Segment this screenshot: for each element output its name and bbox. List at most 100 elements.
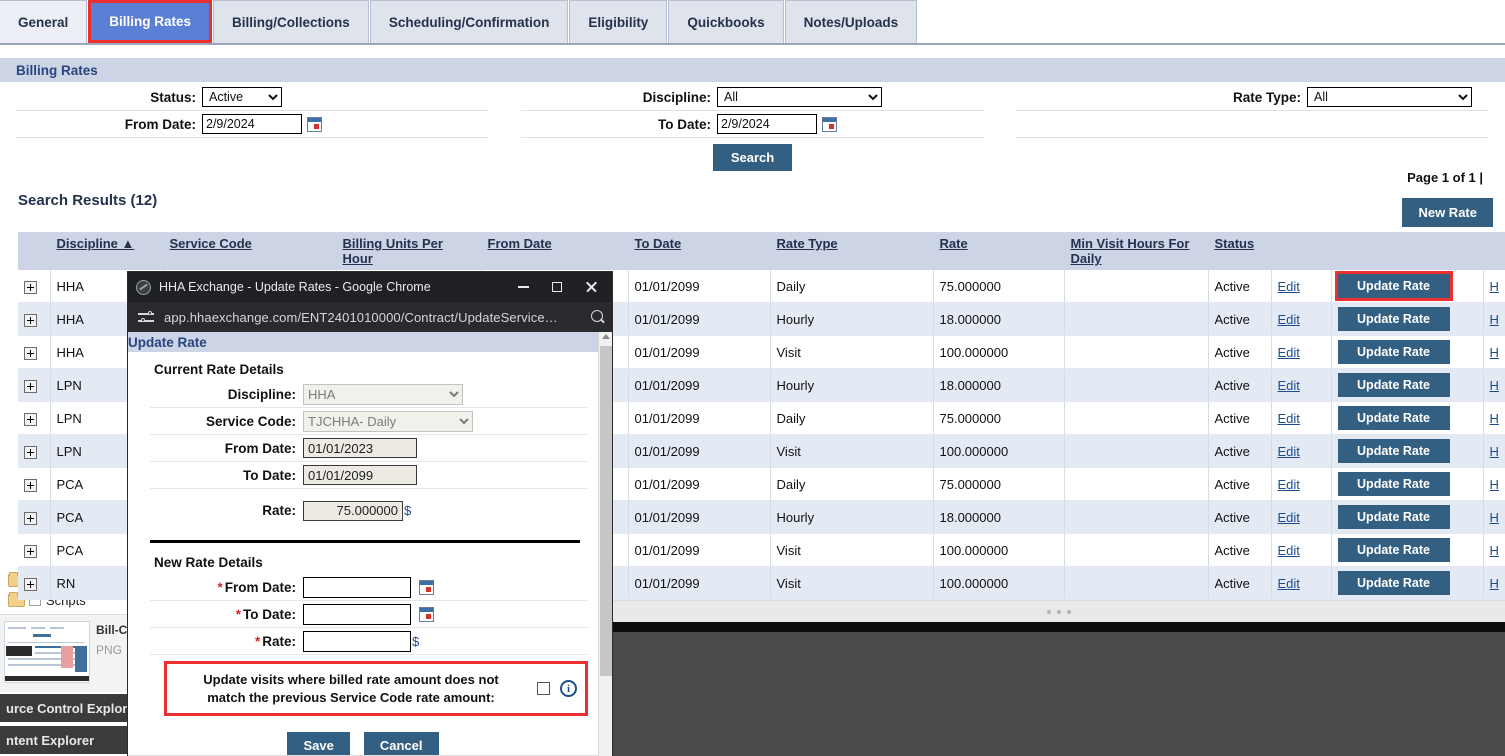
edit-link[interactable]: Edit <box>1278 411 1300 426</box>
tab-billing-rates[interactable]: Billing Rates <box>88 0 213 43</box>
cell-to-date: 01/01/2099 <box>628 368 771 402</box>
update-rate-button[interactable]: Update Rate <box>1337 406 1450 430</box>
history-link[interactable]: H <box>1490 477 1499 492</box>
edit-link[interactable]: Edit <box>1278 543 1300 558</box>
new-from-date-input[interactable] <box>303 576 411 598</box>
tab-notes-uploads[interactable]: Notes/Uploads <box>784 0 918 43</box>
expand-row-icon[interactable] <box>24 379 37 393</box>
update-rate-button[interactable]: Update Rate <box>1337 439 1450 463</box>
expand-row-icon[interactable] <box>24 346 37 360</box>
search-icon[interactable] <box>590 309 606 325</box>
maximize-button[interactable] <box>540 273 574 301</box>
history-link[interactable]: H <box>1490 411 1499 426</box>
pane-source-control-explorer[interactable]: urce Control Explorer <box>0 694 128 722</box>
col-min-visit-hours[interactable]: Min Visit Hours For Daily <box>1064 232 1209 270</box>
tab-eligibility[interactable]: Eligibility <box>569 0 668 43</box>
expand-row-icon[interactable] <box>24 478 37 492</box>
col-billing-units[interactable]: Billing Units Per Hour <box>336 232 482 270</box>
edit-link[interactable]: Edit <box>1278 279 1300 294</box>
cell-expand <box>18 401 51 435</box>
save-button[interactable]: Save <box>287 732 350 756</box>
scroll-up-icon[interactable] <box>602 334 610 339</box>
new-to-date-label: * To Date: <box>150 607 296 622</box>
expand-row-icon[interactable] <box>24 313 37 327</box>
expand-row-icon[interactable] <box>24 280 37 294</box>
expand-row-icon[interactable] <box>24 412 37 426</box>
discipline-label: Discipline: <box>227 386 296 402</box>
history-link[interactable]: H <box>1490 345 1499 360</box>
cell-edit: Edit <box>1271 434 1332 468</box>
rate-type-select[interactable]: All <box>1307 87 1472 107</box>
new-to-date-input[interactable] <box>303 603 411 625</box>
history-link[interactable]: H <box>1490 312 1499 327</box>
history-link[interactable]: H <box>1490 444 1499 459</box>
to-date-input[interactable] <box>717 114 817 134</box>
table-header: Discipline ▲ Service Code Billing Units … <box>18 232 1505 270</box>
scroll-thumb[interactable] <box>600 346 612 676</box>
calendar-icon[interactable] <box>307 116 322 132</box>
edit-link[interactable]: Edit <box>1278 312 1300 327</box>
popup-title-bar[interactable]: HHA Exchange - Update Rates - Google Chr… <box>128 272 612 302</box>
status-select[interactable]: Active <box>202 87 282 107</box>
update-rate-button[interactable]: Update Rate <box>1337 340 1450 364</box>
update-rate-button[interactable]: Update Rate <box>1337 373 1450 397</box>
tab-quickbooks[interactable]: Quickbooks <box>668 0 784 43</box>
update-rate-button[interactable]: Update Rate <box>1337 571 1450 595</box>
expand-row-icon[interactable] <box>24 577 37 591</box>
from-date-input[interactable] <box>202 114 302 134</box>
expand-row-icon[interactable] <box>24 445 37 459</box>
edit-link[interactable]: Edit <box>1278 345 1300 360</box>
calendar-icon[interactable] <box>419 579 434 595</box>
edit-link[interactable]: Edit <box>1278 444 1300 459</box>
new-rate-button[interactable]: New Rate <box>1402 198 1493 227</box>
update-rate-button[interactable]: Update Rate <box>1334 271 1453 301</box>
tab-label: Scheduling/Confirmation <box>388 14 550 30</box>
popup-scrollbar[interactable] <box>598 332 612 756</box>
cancel-button[interactable]: Cancel <box>363 732 439 756</box>
tab-scheduling-confirmation[interactable]: Scheduling/Confirmation <box>369 0 569 43</box>
edit-link[interactable]: Edit <box>1278 510 1300 525</box>
cell-expand <box>18 533 51 567</box>
expand-row-icon[interactable] <box>24 544 37 558</box>
col-status[interactable]: Status <box>1208 232 1272 270</box>
col-to-date[interactable]: To Date <box>628 232 771 270</box>
minimize-button[interactable] <box>506 273 540 301</box>
currency-symbol: $ <box>412 633 420 649</box>
edit-link[interactable]: Edit <box>1278 576 1300 591</box>
pane-drag-handle[interactable] <box>612 600 1505 622</box>
update-rate-button[interactable]: Update Rate <box>1337 472 1450 496</box>
col-service-code[interactable]: Service Code <box>163 232 337 270</box>
calendar-icon[interactable] <box>419 606 434 622</box>
history-link[interactable]: H <box>1490 279 1499 294</box>
cell-rate-type: Daily <box>770 401 934 435</box>
thumbnail-preview: Bill-C PNG <box>0 614 128 692</box>
info-icon[interactable]: i <box>560 680 577 698</box>
pane-content-explorer[interactable]: ntent Explorer <box>0 726 128 754</box>
site-settings-icon[interactable] <box>138 309 154 325</box>
tab-general[interactable]: General <box>0 0 88 43</box>
update-rate-button[interactable]: Update Rate <box>1337 307 1450 331</box>
search-button-wrap: Search <box>0 144 1505 171</box>
discipline-select[interactable]: All <box>717 87 882 107</box>
history-link[interactable]: H <box>1490 576 1499 591</box>
expand-row-icon[interactable] <box>24 511 37 525</box>
col-from-date[interactable]: From Date <box>481 232 629 270</box>
popup-address-bar[interactable]: app.hhaexchange.com/ENT2401010000/Contra… <box>128 302 612 332</box>
close-button[interactable] <box>574 273 608 301</box>
calendar-icon[interactable] <box>822 116 837 132</box>
col-discipline[interactable]: Discipline ▲ <box>50 232 164 270</box>
history-link[interactable]: H <box>1490 510 1499 525</box>
new-from-date-label: * From Date: <box>150 580 296 595</box>
history-link[interactable]: H <box>1490 378 1499 393</box>
edit-link[interactable]: Edit <box>1278 378 1300 393</box>
new-rate-input[interactable] <box>303 630 411 652</box>
edit-link[interactable]: Edit <box>1278 477 1300 492</box>
search-button[interactable]: Search <box>712 144 793 171</box>
update-visits-checkbox[interactable] <box>537 682 550 696</box>
update-rate-button[interactable]: Update Rate <box>1337 538 1450 562</box>
history-link[interactable]: H <box>1490 543 1499 558</box>
update-rate-button[interactable]: Update Rate <box>1337 505 1450 529</box>
tab-billing-collections[interactable]: Billing/Collections <box>213 0 369 43</box>
col-rate-type[interactable]: Rate Type <box>770 232 934 270</box>
col-rate[interactable]: Rate <box>933 232 1065 270</box>
